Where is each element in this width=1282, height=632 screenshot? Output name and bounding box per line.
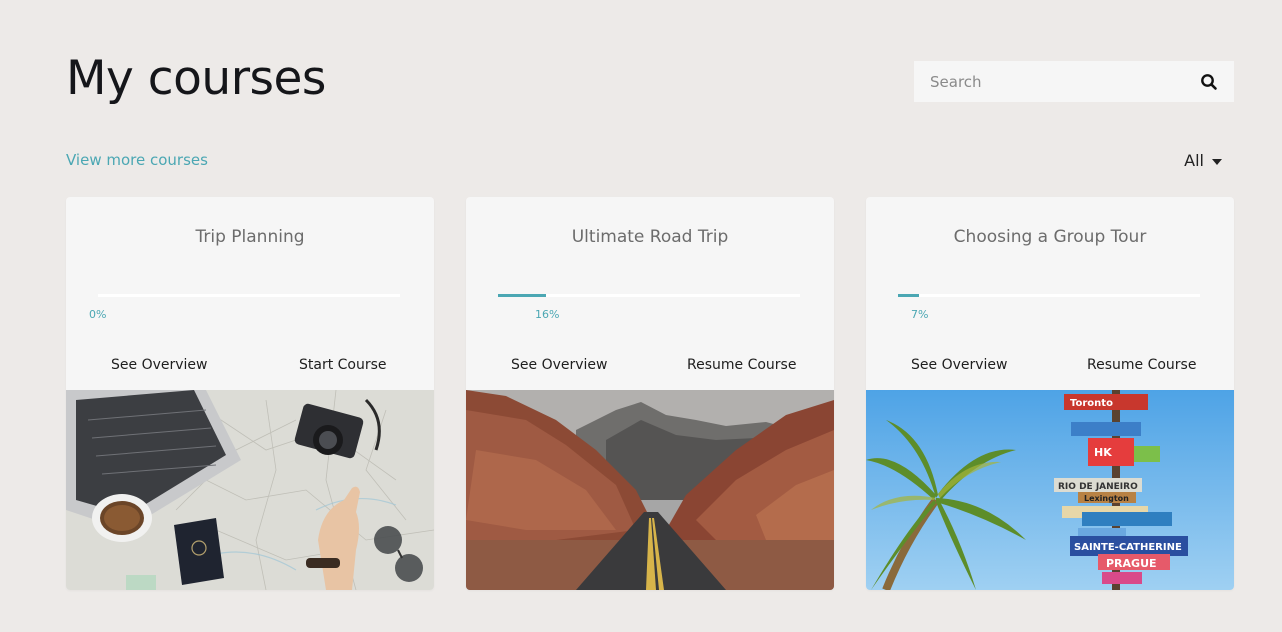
progress-bar <box>98 294 400 297</box>
search-icon[interactable] <box>1200 73 1218 91</box>
see-overview-link[interactable]: See Overview <box>511 357 607 373</box>
svg-text:SAINTE-CATHERINE: SAINTE-CATHERINE <box>1074 542 1182 553</box>
resume-course-link[interactable]: Resume Course <box>687 357 796 373</box>
start-course-link[interactable]: Start Course <box>299 357 387 373</box>
course-title: Trip Planning <box>195 227 305 247</box>
search-input[interactable] <box>930 72 1200 91</box>
resume-course-link[interactable]: Resume Course <box>1087 357 1196 373</box>
progress-bar <box>898 294 1200 297</box>
search-box[interactable] <box>914 61 1234 102</box>
svg-text:HK: HK <box>1094 446 1112 459</box>
progress-fill <box>898 294 920 297</box>
progress-bar <box>498 294 800 297</box>
see-overview-link[interactable]: See Overview <box>111 357 207 373</box>
svg-text:PRAGUE: PRAGUE <box>1106 557 1157 570</box>
svg-text:Lexington: Lexington <box>1084 494 1129 503</box>
svg-text:Toronto: Toronto <box>1070 398 1113 409</box>
course-image-desert-road[interactable] <box>466 390 834 590</box>
course-card: Ultimate Road Trip 16% See Overview Resu… <box>466 197 834 590</box>
course-title: Choosing a Group Tour <box>953 227 1147 247</box>
progress-label: 7% <box>911 308 929 321</box>
progress-label: 16% <box>535 308 560 321</box>
course-title: Ultimate Road Trip <box>571 227 729 247</box>
see-overview-link[interactable]: See Overview <box>911 357 1007 373</box>
course-card: Choosing a Group Tour 7% See Overview Re… <box>866 197 1234 590</box>
course-image-travel-desk[interactable] <box>66 390 434 590</box>
caret-down-icon <box>1212 158 1222 165</box>
progress-label: 0% <box>89 308 107 321</box>
course-image-signpost[interactable]: Toronto HK RIO DE JANEIRO Lexington SAIN… <box>866 390 1234 590</box>
filter-dropdown[interactable]: All <box>1184 151 1222 170</box>
filter-value: All <box>1184 151 1204 170</box>
view-more-courses-link[interactable]: View more courses <box>66 151 208 169</box>
course-card: Trip Planning 0% See Overview Start Cour… <box>66 197 434 590</box>
svg-text:RIO DE JANEIRO: RIO DE JANEIRO <box>1058 482 1138 492</box>
page-title: My courses <box>66 51 326 106</box>
progress-fill <box>498 294 547 297</box>
my-courses-page: My courses View more courses All Trip Pl… <box>0 0 1282 632</box>
